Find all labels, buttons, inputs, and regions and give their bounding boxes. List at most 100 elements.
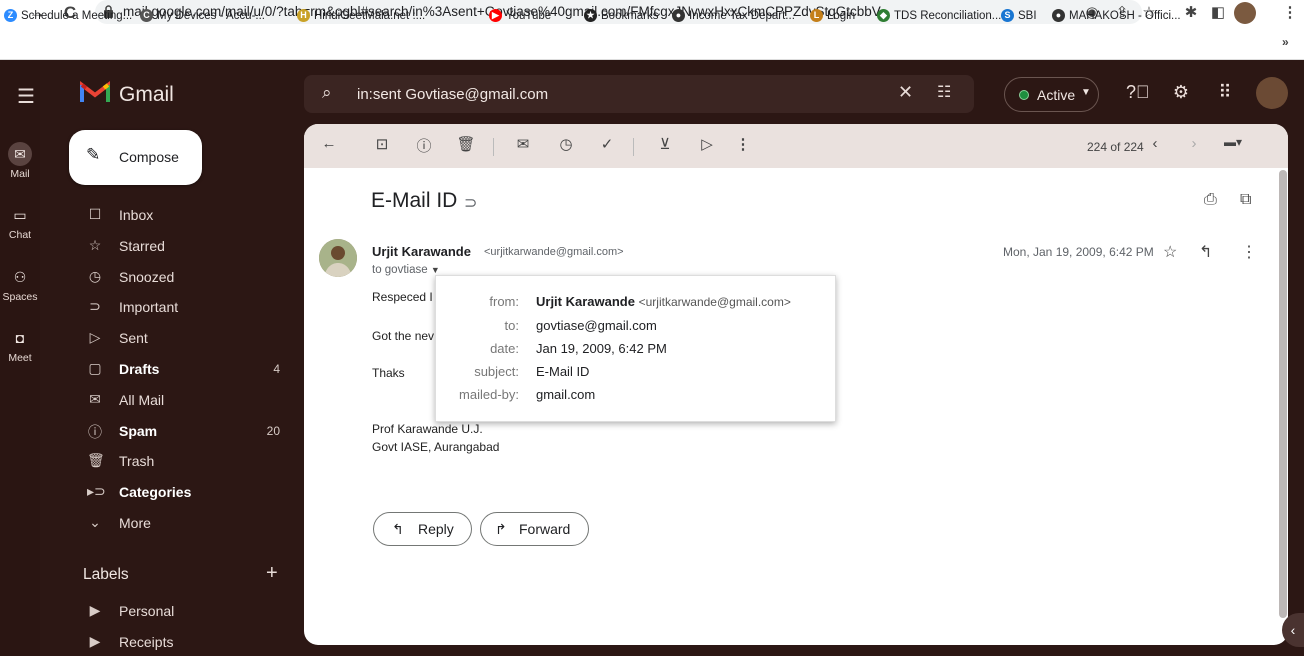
bookmark-label: Income Tax Depart... [689,9,795,22]
apps-grid-icon[interactable]: ⠿ [1214,82,1236,103]
label-name: Personal [119,603,175,619]
delete-icon[interactable]: 🗑 [456,135,476,153]
nav-label: Categories [119,484,192,501]
bookmarks-overflow-icon[interactable]: » [1282,35,1289,49]
label-item-personal[interactable]: ▶ Personal [80,596,290,626]
add-to-tasks-icon[interactable]: ✓ [597,135,617,153]
bookmarks-bar [0,26,1304,60]
main-menu-icon[interactable]: ☰ [17,84,35,109]
message-more-icon[interactable]: ⋮ [1241,242,1257,262]
nav-item-drafts[interactable]: ▢ Drafts 4 [80,354,290,384]
search-icon[interactable]: ⌕ [322,83,332,103]
nav-item-inbox[interactable]: ☐ Inbox [80,200,290,230]
detail-value: Urjit Karawande <urjitkarwande@gmail.com… [536,294,791,309]
nav-label: Trash [119,453,155,470]
forward-button[interactable]: ↱ Forward [480,512,589,546]
open-new-window-icon[interactable]: ⧉ [1240,191,1251,209]
rail-item-mail[interactable]: ✉ Mail [0,142,40,180]
nav-icon: ▷ [89,329,101,346]
nav-label: Important [119,299,179,316]
label-name: Receipts [119,634,174,650]
importance-marker-icon[interactable]: ⊃ [464,193,477,213]
label-tag-icon: ▶ [89,602,101,618]
report-spam-icon[interactable]: ⓘ [414,135,434,156]
profile-avatar[interactable] [1234,2,1256,24]
bookmark-item[interactable]: ● Income Tax Depart... [672,9,795,22]
clear-search-icon[interactable]: ✕ [898,82,913,103]
labels-header: Labels [83,566,129,583]
archive-icon[interactable]: ⊡ [372,135,392,153]
nav-item-all-mail[interactable]: ✉ All Mail [80,385,290,415]
label-icon[interactable]: ▷ [697,135,717,153]
input-tools-icon[interactable]: ▬▾ [1218,135,1248,149]
nav-item-starred[interactable]: ☆ Starred [80,231,290,261]
bookmark-item[interactable]: L Login [810,9,855,22]
rail-item-chat[interactable]: ▭ Chat [0,203,40,241]
chevron-down-icon: ▼ [1081,87,1091,98]
detail-value: E-Mail ID [536,364,590,379]
bookmark-item[interactable]: S SBI [1001,9,1037,22]
nav-label: All Mail [119,391,165,408]
pencil-icon: ✎ [86,145,101,164]
back-to-list-icon[interactable]: ← [319,135,339,152]
details-dropdown-icon[interactable]: ▼ [431,265,440,275]
detail-key: subject: [474,364,519,379]
older-chevron-icon[interactable]: › [1184,135,1204,152]
nav-item-trash[interactable]: 🗑 Trash [80,446,290,476]
page-count: 224 of 224 [1087,140,1144,154]
bookmark-item[interactable]: ★ Bookmarks [584,9,659,22]
settings-gear-icon[interactable]: ⚙ [1170,82,1192,103]
reply-icon[interactable]: ↰ [1199,242,1212,262]
search-options-icon[interactable]: ☷ [937,82,951,102]
nav-item-snoozed[interactable]: ◷ Snoozed [80,262,290,292]
star-icon[interactable]: ☆ [1163,242,1177,262]
nav-item-important[interactable]: ⊃ Important [80,292,290,322]
label-tag-icon: ▶ [89,633,101,649]
bookmark-label: SBI [1018,9,1037,22]
rail-label: Chat [8,229,32,241]
reply-button[interactable]: ↰ Reply [373,512,472,546]
mark-unread-icon[interactable]: ✉ [513,135,533,153]
nav-icon: ⌄ [89,514,101,530]
newer-chevron-icon[interactable]: ‹ [1145,135,1165,152]
bookmark-label: MAHAKOSH - Offici... [1069,9,1181,22]
recipient-summary[interactable]: to govtiase ▼ [372,264,440,276]
move-to-icon[interactable]: ⊻ [655,135,675,153]
bookmark-item[interactable]: C My Devices - Accu-... [140,9,265,22]
nav-icon: ⓘ [88,423,102,440]
toolbar-divider [633,138,634,156]
print-icon[interactable]: ⎙ [1204,191,1217,209]
bookmark-item[interactable]: H HindiGeetMala.net :... [297,9,425,22]
bookmark-label: Bookmarks [601,9,659,22]
scrollbar-thumb[interactable] [1279,170,1287,618]
bookmark-label: Login [827,9,856,22]
status-dot-icon [1019,90,1029,100]
rail-item-meet[interactable]: ◘ Meet [0,326,40,364]
extensions-icon[interactable]: ✱ [1181,3,1201,23]
nav-item-spam[interactable]: ⓘ Spam 20 [80,416,290,446]
side-panel-icon[interactable]: ◧ [1208,3,1228,23]
label-item-receipts[interactable]: ▶ Receipts [80,627,290,656]
nav-item-more[interactable]: ⌄ More [80,508,290,538]
bookmark-item[interactable]: Z Schedule a Meeting... [4,9,132,22]
bookmark-item[interactable]: ▶ YouTube [489,9,551,22]
help-icon[interactable]: ?⃝ [1126,82,1150,103]
compose-button[interactable]: ✎ Compose [69,130,202,185]
more-options-icon[interactable]: ⋮ [733,135,753,153]
gmail-logo-icon[interactable] [80,80,110,104]
bookmark-item[interactable]: ◆ TDS Reconciliation... [877,9,1001,22]
status-button[interactable]: Active ▼ [1004,77,1099,112]
nav-item-categories[interactable]: ▸⊃ Categories [80,477,290,507]
rail-item-spaces[interactable]: ⚇ Spaces [0,265,40,303]
gmail-logo-text[interactable]: Gmail [119,83,174,107]
search-input[interactable]: in:sent Govtiase@gmail.com [357,86,548,103]
bookmark-label: HindiGeetMala.net :... [314,9,426,22]
nav-item-sent[interactable]: ▷ Sent [80,323,290,353]
account-avatar[interactable] [1256,77,1288,109]
snooze-icon[interactable]: ◷ [556,135,576,153]
bookmark-favicon-icon: ★ [584,9,597,22]
sender-avatar[interactable] [319,239,357,277]
add-label-icon[interactable]: + [266,562,278,585]
bookmark-item[interactable]: ● MAHAKOSH - Offici... [1052,9,1181,22]
browser-menu-icon[interactable]: ⋮ [1280,3,1300,23]
